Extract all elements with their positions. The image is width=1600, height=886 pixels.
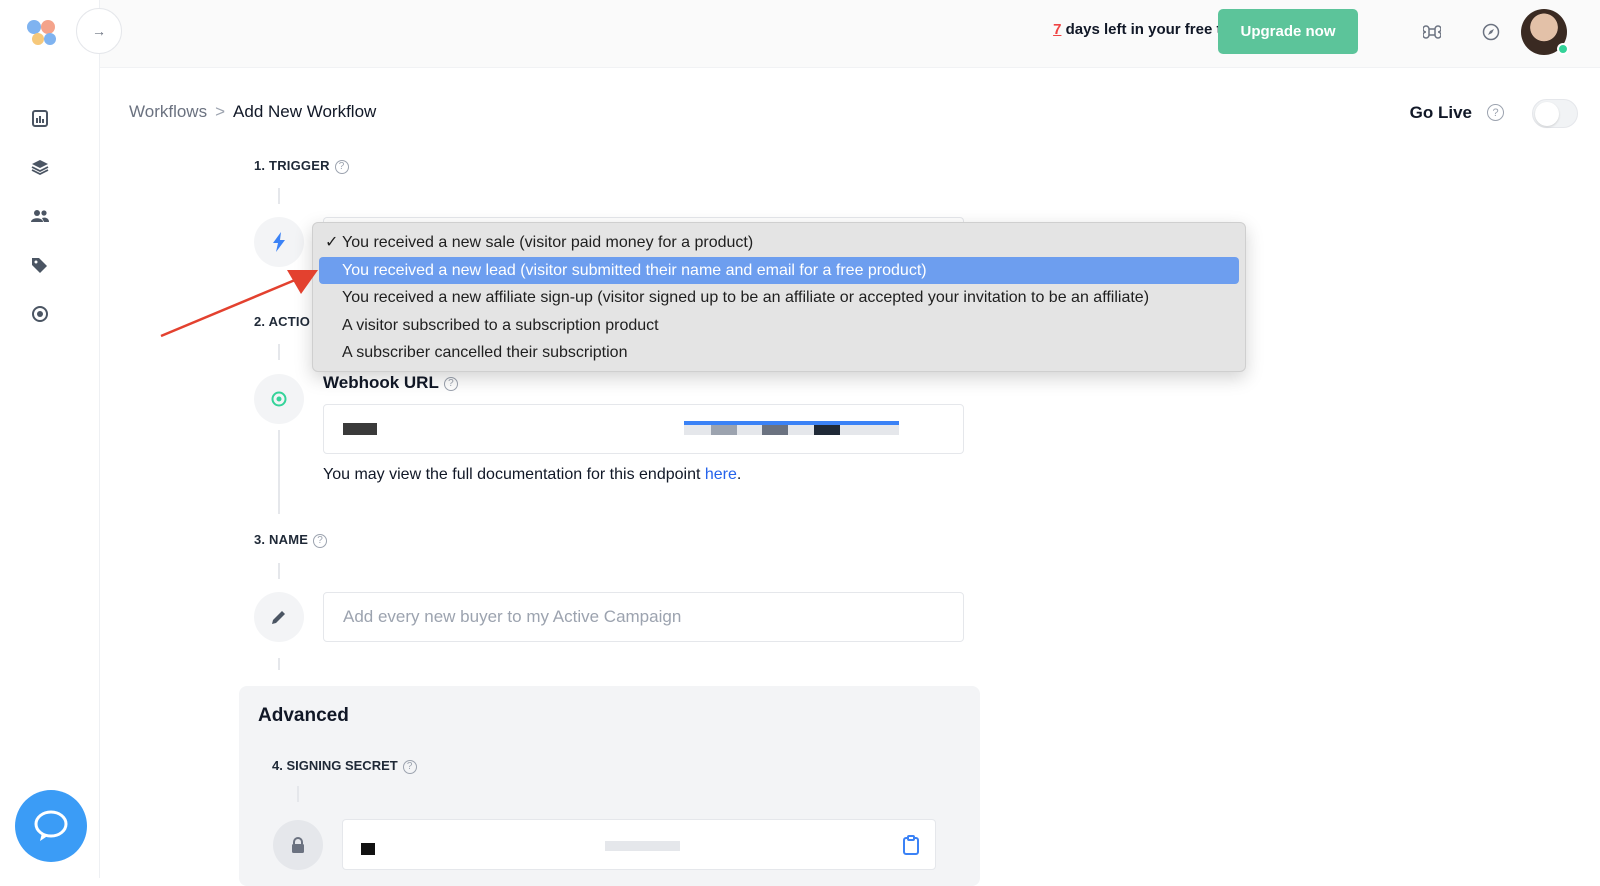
- webhook-icon: [271, 391, 287, 407]
- redacted-text: [361, 843, 375, 855]
- expand-sidebar-button[interactable]: →: [76, 8, 122, 54]
- trigger-step-circle: [254, 217, 304, 267]
- dropdown-option-label: A visitor subscribed to a subscription p…: [342, 316, 659, 334]
- top-bar: → 7 days left in your free trial Upgrade…: [76, 0, 1600, 68]
- step-connector: [278, 188, 280, 204]
- dropdown-option-label: You received a new lead (visitor submitt…: [342, 261, 927, 279]
- action-step-circle: [254, 374, 304, 424]
- name-step-label: 3. NAME?: [254, 532, 328, 548]
- redacted-text: [814, 425, 840, 435]
- dropdown-option[interactable]: A subscriber cancelled their subscriptio…: [319, 339, 1239, 367]
- trigger-label-text: 1. TRIGGER: [254, 158, 330, 173]
- name-step-circle: [254, 592, 304, 642]
- signing-secret-label: 4. SIGNING SECRET?: [272, 758, 417, 774]
- workflow-name-input[interactable]: Add every new buyer to my Active Campaig…: [323, 592, 964, 642]
- go-live-toggle[interactable]: [1532, 99, 1578, 128]
- workflow-name-placeholder: Add every new buyer to my Active Campaig…: [343, 607, 682, 626]
- sidebar: [0, 0, 100, 878]
- name-help-icon[interactable]: ?: [313, 533, 328, 548]
- app-logo[interactable]: [26, 18, 60, 48]
- dropdown-option-label: A subscriber cancelled their subscriptio…: [342, 344, 628, 361]
- breadcrumb: Workflows > Add New Workflow: [129, 102, 376, 122]
- signing-secret-field[interactable]: [342, 819, 936, 870]
- redacted-text: [605, 841, 680, 851]
- toggle-knob: [1535, 102, 1559, 126]
- go-live-label: Go Live: [1409, 103, 1472, 122]
- step-connector: [278, 563, 280, 579]
- dropdown-option-highlighted[interactable]: You received a new lead (visitor submitt…: [319, 256, 1239, 284]
- dashboard-icon[interactable]: [30, 108, 50, 128]
- dropdown-option-label: You received a new affiliate sign-up (vi…: [342, 289, 1150, 306]
- pencil-icon: [272, 611, 285, 624]
- advanced-title: Advanced: [258, 705, 349, 726]
- chat-icon: [34, 810, 68, 841]
- chat-widget-button[interactable]: [15, 790, 87, 862]
- advanced-section: Advanced 4. SIGNING SECRET?: [239, 686, 980, 886]
- upgrade-button[interactable]: Upgrade now: [1218, 9, 1358, 54]
- go-live-help-icon[interactable]: ?: [1487, 104, 1504, 121]
- dropdown-option[interactable]: ✓ You received a new sale (visitor paid …: [319, 229, 1239, 257]
- command-icon[interactable]: [1420, 20, 1444, 44]
- trigger-help-icon[interactable]: ?: [334, 159, 349, 174]
- breadcrumb-current: Add New Workflow: [233, 102, 377, 121]
- step-connector: [297, 786, 299, 802]
- webhook-help-icon[interactable]: ?: [443, 376, 458, 391]
- dropdown-option-label: You received a new sale (visitor paid mo…: [342, 234, 754, 251]
- webhook-url-label: Webhook URL?: [323, 373, 458, 393]
- signing-secret-help-icon[interactable]: ?: [402, 759, 417, 774]
- user-avatar[interactable]: [1521, 9, 1569, 55]
- trial-notice: 7 days left in your free trial: [1053, 21, 1244, 38]
- documentation-note-text: You may view the full documentation for …: [323, 466, 705, 483]
- bolt-icon: [273, 232, 285, 252]
- dropdown-option[interactable]: A visitor subscribed to a subscription p…: [319, 312, 1239, 340]
- tags-icon[interactable]: [30, 255, 50, 275]
- dropdown-option[interactable]: You received a new affiliate sign-up (vi…: [319, 284, 1239, 312]
- trigger-step-label: 1. TRIGGER?: [254, 158, 349, 174]
- arrow-right-icon: →: [92, 23, 106, 39]
- online-status-dot: [1557, 43, 1569, 55]
- signing-secret-label-text: 4. SIGNING SECRET: [272, 758, 398, 773]
- breadcrumb-workflows-link[interactable]: Workflows: [129, 102, 207, 121]
- redacted-text: [762, 425, 788, 435]
- annotation-arrow: [160, 270, 318, 338]
- breadcrumb-separator: >: [215, 102, 226, 121]
- trial-text: days left in your free trial: [1061, 21, 1244, 38]
- layers-icon[interactable]: [30, 157, 50, 177]
- redacted-text: [343, 423, 377, 435]
- documentation-link[interactable]: here: [705, 466, 737, 483]
- step-connector: [278, 658, 280, 670]
- signing-secret-step-circle: [273, 820, 323, 870]
- lock-icon: [292, 837, 304, 853]
- step-connector: [278, 430, 280, 514]
- documentation-note: You may view the full documentation for …: [323, 466, 741, 484]
- workflows-icon[interactable]: [30, 304, 50, 324]
- name-label-text: 3. NAME: [254, 532, 309, 547]
- compass-icon[interactable]: [1479, 20, 1503, 44]
- users-icon[interactable]: [30, 206, 50, 226]
- webhook-url-field[interactable]: [323, 404, 964, 454]
- redacted-text: [711, 425, 737, 435]
- step-connector: [278, 344, 280, 360]
- documentation-note-end: .: [736, 466, 742, 483]
- copy-clipboard-icon[interactable]: [901, 834, 921, 856]
- trigger-dropdown-menu: ✓ You received a new sale (visitor paid …: [312, 222, 1246, 372]
- webhook-url-label-text: Webhook URL: [323, 373, 439, 392]
- checkmark-icon: ✓: [325, 234, 339, 251]
